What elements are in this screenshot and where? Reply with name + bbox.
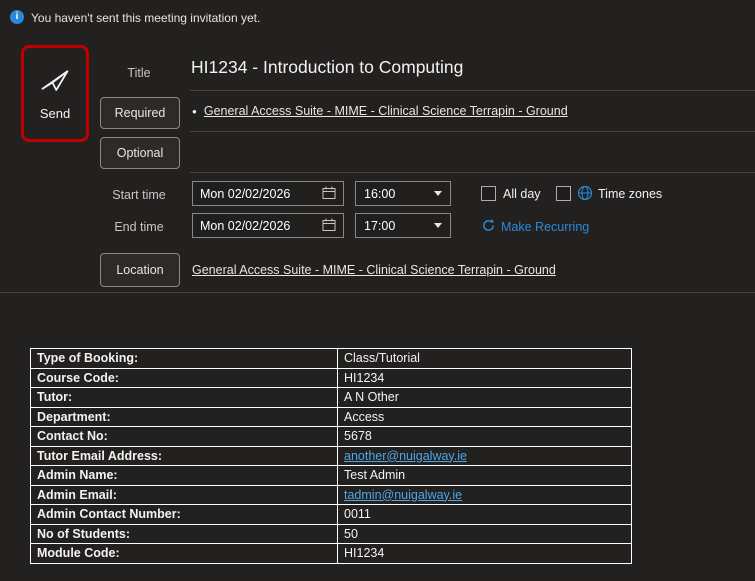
optional-attendees-button[interactable]: Optional: [100, 137, 180, 169]
email-link[interactable]: another@nuigalway.ie: [344, 449, 467, 463]
start-time-label: Start time: [99, 188, 179, 202]
make-recurring-label: Make Recurring: [501, 220, 589, 234]
row-label: No of Students:: [31, 524, 338, 544]
table-row: Admin Name:Test Admin: [31, 466, 632, 486]
table-row: Course Code:HI1234: [31, 368, 632, 388]
table-row: Tutor Email Address: another@nuigalway.ie: [31, 446, 632, 466]
table-row: Contact No:5678: [31, 427, 632, 447]
row-value: 5678: [338, 427, 632, 447]
chevron-down-icon[interactable]: [434, 223, 442, 228]
time-zones-checkbox[interactable]: [556, 186, 571, 201]
body-divider: [0, 292, 755, 293]
row-label: Contact No:: [31, 427, 338, 447]
globe-icon: [577, 185, 593, 204]
row-value: 0011: [338, 505, 632, 525]
row-value: Access: [338, 407, 632, 427]
end-date-value: Mon 02/02/2026: [200, 219, 290, 233]
row-value: Test Admin: [338, 466, 632, 486]
all-day-checkbox[interactable]: [481, 186, 496, 201]
start-date-value: Mon 02/02/2026: [200, 187, 290, 201]
row-label: Admin Name:: [31, 466, 338, 486]
start-time-select[interactable]: 16:00: [355, 181, 451, 206]
details-table-body: Type of Booking:Class/TutorialCourse Cod…: [31, 349, 632, 564]
row-label: Department:: [31, 407, 338, 427]
chevron-down-icon[interactable]: [434, 191, 442, 196]
table-row: Module Code:HI1234: [31, 544, 632, 564]
row-label: Admin Contact Number:: [31, 505, 338, 525]
divider: [190, 172, 755, 173]
calendar-icon[interactable]: [322, 218, 336, 234]
send-button[interactable]: Send: [21, 45, 89, 142]
table-row: Department:Access: [31, 407, 632, 427]
row-label: Module Code:: [31, 544, 338, 564]
row-value: 50: [338, 524, 632, 544]
required-attendee-link[interactable]: General Access Suite - MIME - Clinical S…: [204, 104, 568, 118]
make-recurring-link[interactable]: Make Recurring: [481, 218, 589, 236]
location-button[interactable]: Location: [100, 253, 180, 287]
row-value: A N Other: [338, 388, 632, 408]
end-time-select[interactable]: 17:00: [355, 213, 451, 238]
row-value: another@nuigalway.ie: [338, 446, 632, 466]
unsent-invitation-notice: You haven't sent this meeting invitation…: [31, 11, 260, 25]
table-row: Admin Email: tadmin@nuigalway.ie: [31, 485, 632, 505]
row-label: Tutor Email Address:: [31, 446, 338, 466]
row-value: HI1234: [338, 368, 632, 388]
table-row: Tutor:A N Other: [31, 388, 632, 408]
all-day-label: All day: [503, 187, 541, 201]
table-row: Type of Booking:Class/Tutorial: [31, 349, 632, 369]
title-label: Title: [99, 66, 179, 80]
row-label: Course Code:: [31, 368, 338, 388]
send-plane-icon: [40, 67, 70, 96]
row-value: HI1234: [338, 544, 632, 564]
send-button-label: Send: [40, 106, 70, 121]
row-value: Class/Tutorial: [338, 349, 632, 369]
attendee-status-bullet: ●: [192, 107, 197, 116]
info-icon: i: [10, 10, 24, 24]
title-input[interactable]: HI1234 - Introduction to Computing: [191, 57, 463, 78]
time-zones-label: Time zones: [598, 187, 662, 201]
end-date-input[interactable]: Mon 02/02/2026: [192, 213, 344, 238]
end-time-value: 17:00: [364, 219, 395, 233]
end-time-label: End time: [99, 220, 179, 234]
divider: [190, 90, 755, 91]
optional-attendees-field[interactable]: [192, 137, 752, 167]
row-label: Tutor:: [31, 388, 338, 408]
row-label: Type of Booking:: [31, 349, 338, 369]
table-row: No of Students:50: [31, 524, 632, 544]
location-link[interactable]: General Access Suite - MIME - Clinical S…: [192, 263, 556, 277]
email-link[interactable]: tadmin@nuigalway.ie: [344, 488, 462, 502]
row-value: tadmin@nuigalway.ie: [338, 485, 632, 505]
required-attendees-button[interactable]: Required: [100, 97, 180, 129]
recurring-icon: [481, 218, 496, 236]
divider: [190, 131, 755, 132]
meeting-invite-window: i You haven't sent this meeting invitati…: [0, 0, 755, 581]
required-attendees-field[interactable]: ● General Access Suite - MIME - Clinical…: [192, 104, 568, 118]
table-row: Admin Contact Number:0011: [31, 505, 632, 525]
start-time-value: 16:00: [364, 187, 395, 201]
calendar-icon[interactable]: [322, 186, 336, 202]
row-label: Admin Email:: [31, 485, 338, 505]
start-date-input[interactable]: Mon 02/02/2026: [192, 181, 344, 206]
booking-details-table: Type of Booking:Class/TutorialCourse Cod…: [30, 348, 632, 564]
